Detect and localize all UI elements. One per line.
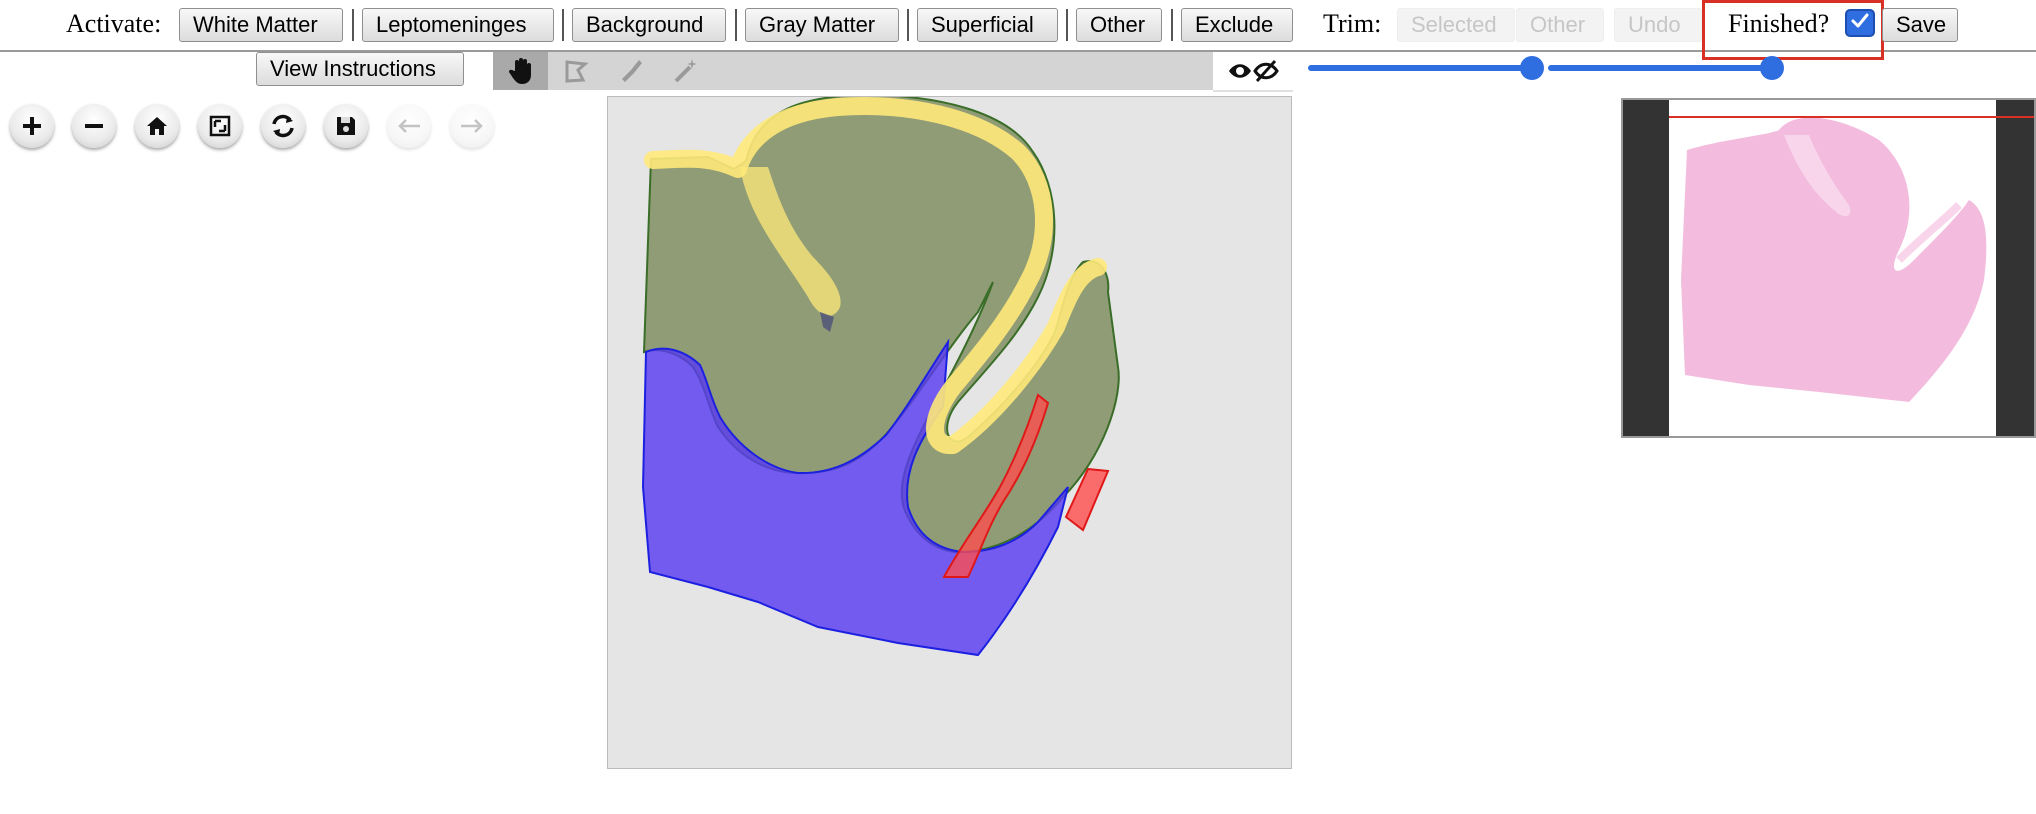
polygon-icon [565,60,589,83]
save-icon [337,117,355,135]
trim-selected-button[interactable]: Selected [1397,8,1515,42]
zoom-out-button[interactable] [70,102,118,150]
pan-tool[interactable] [493,52,548,90]
superficial-button[interactable]: Superficial [917,8,1058,42]
finished-checkbox[interactable] [1845,9,1875,37]
home-button[interactable] [133,102,181,150]
eye-toggle-icon [1229,59,1279,83]
previous-button[interactable] [385,102,433,150]
annotation-canvas[interactable] [608,97,1292,769]
separator [1066,9,1068,41]
previous-icon [398,119,420,133]
white-matter-button[interactable]: White Matter [179,8,343,42]
magic-wand-icon [674,59,697,83]
zoom-out-icon [85,124,103,128]
opacity-slider-track[interactable] [1308,65,1534,71]
save-button[interactable]: Save [1882,8,1958,42]
exclude-button[interactable]: Exclude [1181,8,1293,42]
brush-tool[interactable] [603,52,658,90]
top-toolbar: Activate: White Matter Leptomeninges Bac… [0,0,2036,60]
finished-label: Finished? [1728,9,1830,38]
brush-icon [621,60,642,82]
zoom-in-icon [23,117,41,135]
threshold-slider-thumb[interactable] [1760,56,1784,80]
separator [1171,9,1173,41]
slide-viewer[interactable] [607,96,1292,769]
next-button[interactable] [448,102,496,150]
separator [562,9,564,41]
separator [907,9,909,41]
undo-button[interactable]: Undo [1614,8,1702,42]
background-button[interactable]: Background [572,8,726,42]
separator [735,9,737,41]
visibility-toggle[interactable] [1213,52,1293,92]
fullscreen-button[interactable] [196,102,244,150]
other-button[interactable]: Other [1076,8,1162,42]
rotate-button[interactable] [259,102,307,150]
trim-label: Trim: [1323,9,1382,38]
leptomeninges-button[interactable]: Leptomeninges [362,8,554,42]
magic-wand-tool[interactable] [658,52,713,90]
trim-other-button[interactable]: Other [1516,8,1604,42]
gray-matter-button[interactable]: Gray Matter [745,8,899,42]
zoom-in-button[interactable] [8,102,56,150]
opacity-slider-thumb[interactable] [1520,56,1544,80]
home-icon [147,117,167,135]
fullscreen-icon [209,115,231,137]
activate-label: Activate: [66,9,162,38]
view-instructions-button[interactable]: View Instructions [256,52,464,86]
checkmark-icon [1851,13,1869,28]
minimap-viewport-indicator [1669,116,2034,118]
threshold-slider-track[interactable] [1548,65,1774,71]
pan-hand-icon [508,58,531,84]
navigator-minimap[interactable] [1621,98,2036,438]
rotate-icon [272,114,294,138]
next-icon [461,119,483,133]
separator [352,9,354,41]
polygon-tool[interactable] [548,52,603,90]
minimap-tissue-thumbnail [1681,117,1987,402]
annotation-tool-group [493,52,1213,90]
save-view-button[interactable] [322,102,370,150]
minimap-slide [1669,100,1996,436]
